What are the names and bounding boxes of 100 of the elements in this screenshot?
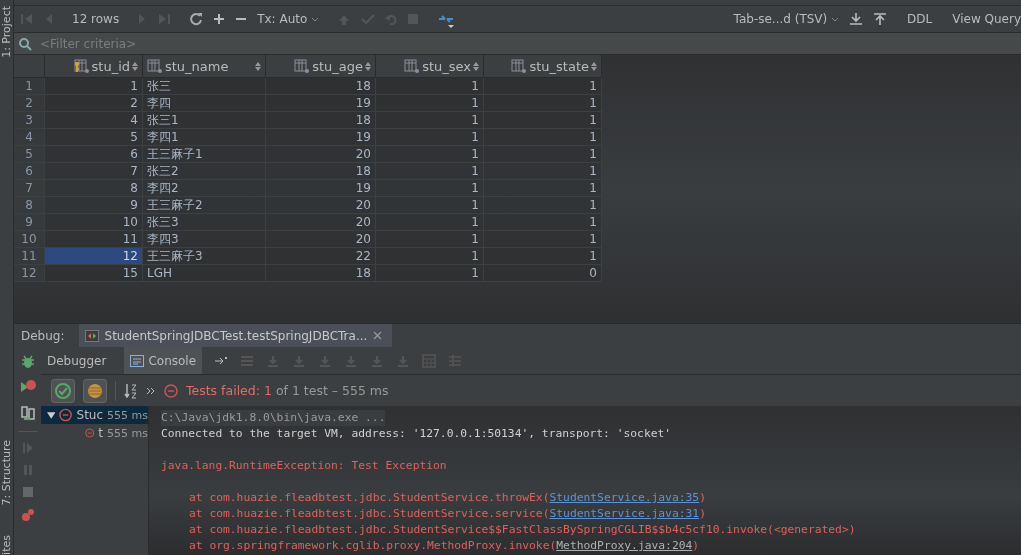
table-cell: 11 xyxy=(45,231,143,248)
column-header[interactable]: stu_sex xyxy=(376,55,484,78)
download-icon[interactable] xyxy=(849,12,864,26)
table-cell: 4 xyxy=(45,112,143,129)
table-cell: 0 xyxy=(484,265,602,282)
close-icon[interactable] xyxy=(373,331,383,340)
test-tree-item[interactable]: t 555 ms xyxy=(41,424,148,442)
add-row-icon[interactable] xyxy=(213,13,226,25)
table-cell: 20 xyxy=(266,231,376,248)
sort-icon[interactable] xyxy=(473,61,479,71)
search-icon[interactable] xyxy=(18,36,32,51)
table-cell: 22 xyxy=(266,248,376,265)
table-cell: 张三2 xyxy=(143,163,266,180)
transaction-mode-dropdown[interactable]: Tx: Auto xyxy=(257,12,320,26)
row-number[interactable]: 6 xyxy=(14,163,45,180)
column-header[interactable]: stu_name xyxy=(143,55,266,78)
table-cell: 1 xyxy=(484,197,602,214)
upload-icon[interactable] xyxy=(873,12,888,26)
table-cell: 1 xyxy=(376,197,484,214)
test-tree-item[interactable]: Stuc 555 ms xyxy=(41,406,148,424)
row-number[interactable]: 9 xyxy=(14,214,45,231)
row-number[interactable]: 4 xyxy=(14,129,45,146)
row-number[interactable]: 10 xyxy=(14,231,45,248)
table-cell: 20 xyxy=(266,146,376,163)
column-header[interactable]: stu_age xyxy=(266,55,376,78)
table-cell: 1 xyxy=(376,231,484,248)
session-tab[interactable]: StudentSpringJDBCTest.testSpringJDBCTra... xyxy=(78,324,393,347)
table-cell: 李四1 xyxy=(143,129,266,146)
console-line: at org.springframework.cglib.proxy.MethodProxy.invoke(MethodProxy.java:204) xyxy=(188,538,701,554)
row-count-label[interactable]: 12 rows xyxy=(72,12,120,26)
caret-icon xyxy=(311,17,320,23)
table-cell: 20 xyxy=(266,197,376,214)
failed-icon xyxy=(85,426,95,440)
ignored-filter-icon[interactable] xyxy=(83,378,107,403)
toolbar-button[interactable]: View Query xyxy=(952,12,1021,26)
caret-icon xyxy=(831,17,840,23)
table-cell: 18 xyxy=(266,163,376,180)
row-number[interactable]: 8 xyxy=(14,197,45,214)
expand-arrow-icon[interactable] xyxy=(47,410,56,420)
test-failed-status: Tests failed: 1 xyxy=(186,383,272,398)
source-link[interactable]: MethodProxy.java:204 xyxy=(556,539,693,552)
sort-icon[interactable] xyxy=(255,61,261,71)
source-link[interactable]: StudentService.java:35 xyxy=(549,491,700,504)
row-number[interactable]: 3 xyxy=(14,112,45,129)
table-cell: LGH xyxy=(143,265,266,282)
table-cell: 李四3 xyxy=(143,231,266,248)
sort-icon[interactable] xyxy=(365,61,371,71)
passed-filter-icon[interactable] xyxy=(51,378,75,403)
failed-icon xyxy=(59,408,73,422)
bug-icon[interactable] xyxy=(20,355,35,369)
row-number[interactable]: 11 xyxy=(14,248,45,265)
table-cell: 20 xyxy=(266,214,376,231)
table-cell: 19 xyxy=(266,180,376,197)
table-cell: 1 xyxy=(484,163,602,180)
row-number[interactable]: 5 xyxy=(14,146,45,163)
table-cell: 张三1 xyxy=(143,112,266,129)
test-run-icon xyxy=(84,329,99,342)
table-cell: 1 xyxy=(45,78,143,95)
expand-more-icon[interactable] xyxy=(146,385,156,396)
table-cell: 王三麻子3 xyxy=(143,248,266,265)
toolbar-button[interactable]: DDL xyxy=(907,12,933,26)
table-cell: 1 xyxy=(484,180,602,197)
row-number[interactable]: 1 xyxy=(14,78,45,95)
table-cell: 1 xyxy=(484,146,602,163)
panel-tab[interactable]: Console xyxy=(124,347,203,374)
table-cell: 1 xyxy=(376,78,484,95)
sort-alphabetically-icon[interactable] xyxy=(124,382,138,399)
table-cell: 1 xyxy=(376,163,484,180)
side-tool-tab[interactable]: 7: Structure xyxy=(0,439,13,506)
side-tool-tab[interactable]: 1: Project xyxy=(0,6,13,58)
table-cell: 18 xyxy=(266,78,376,95)
table-cell: 15 xyxy=(45,265,143,282)
sort-icon[interactable] xyxy=(132,61,138,71)
rerun-badge-icon[interactable] xyxy=(19,379,36,395)
breakpoints-icon[interactable] xyxy=(20,508,35,522)
check-icon[interactable] xyxy=(361,13,376,25)
table-cell: 1 xyxy=(484,112,602,129)
column-header[interactable]: stu_id xyxy=(45,55,143,78)
table-cell: 18 xyxy=(266,265,376,282)
table-cell: 李四 xyxy=(143,95,266,112)
swap-icon[interactable] xyxy=(19,405,36,421)
table-cell: 6 xyxy=(45,146,143,163)
table-cell: 张三 xyxy=(143,78,266,95)
row-number[interactable]: 12 xyxy=(14,265,45,282)
table-cell: 王三麻子2 xyxy=(143,197,266,214)
stop-icon[interactable] xyxy=(21,486,34,498)
row-number[interactable]: 7 xyxy=(14,180,45,197)
column-header[interactable]: stu_state xyxy=(484,55,602,78)
row-number[interactable]: 2 xyxy=(14,95,45,112)
panel-tab[interactable]: Debugger xyxy=(41,347,113,374)
failed-icon xyxy=(164,383,178,398)
refresh-icon[interactable] xyxy=(189,12,204,26)
table-cell: 18 xyxy=(266,112,376,129)
sort-icon[interactable] xyxy=(591,61,597,71)
pin-icon[interactable] xyxy=(214,355,229,366)
side-tool-tab[interactable]: ites xyxy=(0,535,13,555)
source-link[interactable]: StudentService.java:31 xyxy=(549,507,700,520)
export-format-dropdown[interactable]: Tab-se...d (TSV) xyxy=(733,12,840,26)
table-cell: 1 xyxy=(484,78,602,95)
console-line: at com.huazie.fleadbtest.jdbc.StudentService.service(StudentService.java:31) xyxy=(188,506,707,522)
